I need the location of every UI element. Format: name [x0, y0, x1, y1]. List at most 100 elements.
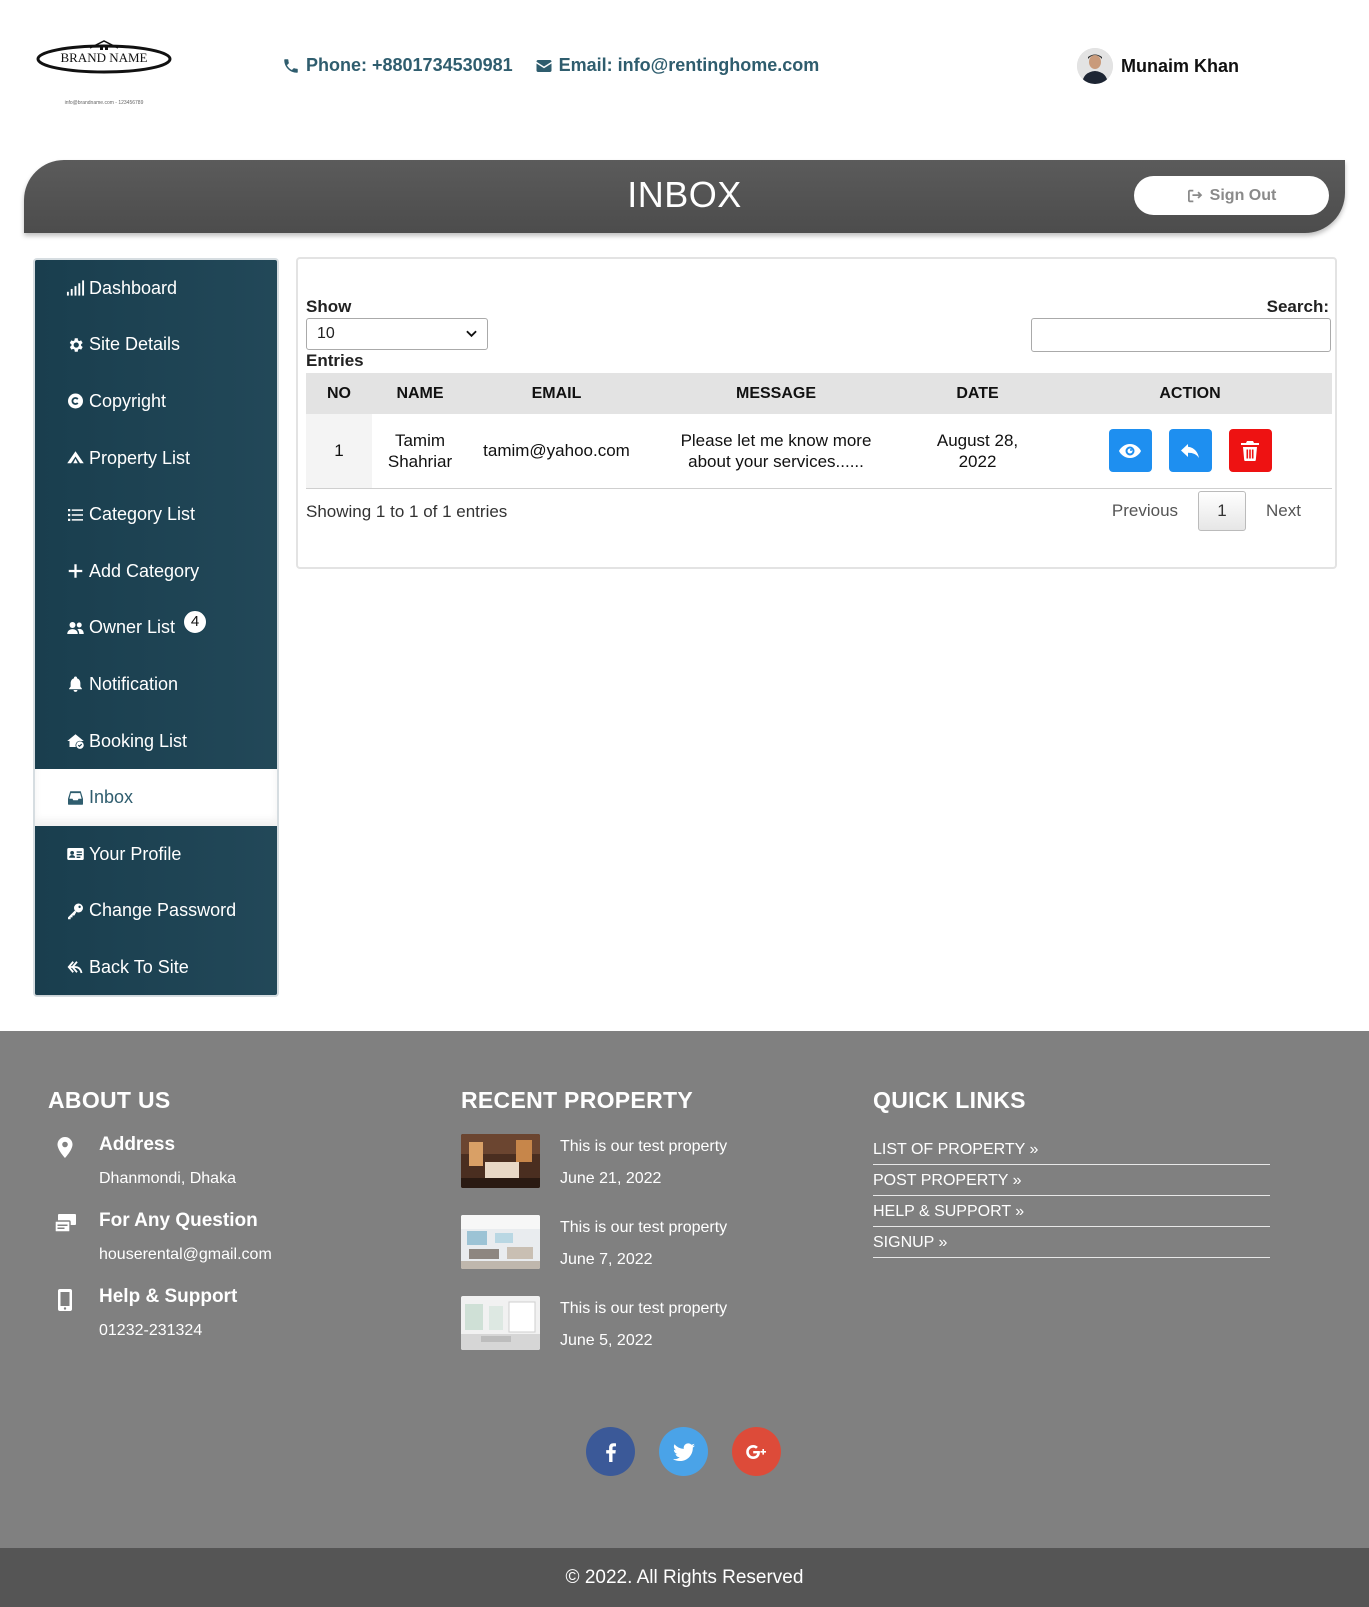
owner-count-badge: 4 — [183, 609, 208, 634]
sidebar-item-change-password[interactable]: Change Password — [35, 882, 277, 940]
sidebar-nav: Dashboard Site Details Copyright Propert… — [33, 258, 279, 997]
sidebar-item-add-category[interactable]: Add Category — [35, 542, 277, 600]
sidebar-item-category-list[interactable]: Category List — [35, 486, 277, 543]
cell-name: Tamim Shahriar — [372, 414, 468, 489]
sidebar-item-dashboard[interactable]: Dashboard — [35, 260, 277, 317]
property-title[interactable]: This is our test property — [560, 1300, 727, 1318]
property-thumbnail[interactable] — [461, 1215, 540, 1269]
footer-quick-heading: QUICK LINKS — [873, 1087, 1026, 1113]
sidebar-item-copyright[interactable]: Copyright — [35, 373, 277, 430]
footer-question: For Any Question houserental@gmail.com — [48, 1210, 408, 1264]
sidebar-item-label: Copyright — [89, 390, 167, 411]
copyright-bar: © 2022. All Rights Reserved — [0, 1548, 1369, 1607]
sidebar-item-property-list[interactable]: Property List — [35, 429, 277, 487]
action-buttons — [1048, 429, 1332, 473]
phone-icon — [282, 57, 300, 75]
sidebar-item-inbox[interactable]: Inbox — [35, 769, 277, 826]
sidebar-item-label: Site Details — [89, 334, 181, 355]
copyright-icon — [65, 392, 85, 410]
question-email[interactable]: houserental@gmail.com — [99, 1246, 408, 1264]
sidebar-item-label: Notification — [89, 673, 179, 694]
previous-page-button[interactable]: Previous — [1092, 501, 1198, 521]
support-title: Help & Support — [99, 1286, 238, 1307]
property-date: June 7, 2022 — [560, 1251, 653, 1268]
column-header-date[interactable]: DATE — [907, 373, 1048, 414]
plus-icon — [65, 562, 85, 580]
recent-property-item[interactable]: This is our test property June 7, 2022 — [461, 1215, 821, 1269]
email-text[interactable]: Email: info@rentinghome.com — [559, 55, 820, 76]
cell-message: Please let me know more about your servi… — [645, 414, 907, 489]
user-menu[interactable]: Munaim Khan — [1077, 48, 1239, 84]
chat-icon — [54, 1212, 76, 1236]
column-header-email[interactable]: EMAIL — [468, 373, 645, 414]
sidebar-item-label: Inbox — [89, 787, 134, 808]
property-thumbnail[interactable] — [461, 1296, 540, 1350]
quick-link-post-property[interactable]: POST PROPERTY » — [873, 1165, 1270, 1196]
avatar[interactable] — [1077, 48, 1113, 84]
property-title[interactable]: This is our test property — [560, 1138, 727, 1156]
sidebar-item-label: Your Profile — [89, 843, 182, 864]
footer-support: Help & Support 01232-231324 — [48, 1286, 408, 1340]
list-icon — [65, 506, 85, 524]
house-check-icon — [65, 732, 85, 750]
search-input[interactable] — [1031, 318, 1331, 352]
sidebar-item-label: Owner List — [89, 617, 176, 638]
column-header-message[interactable]: MESSAGE — [645, 373, 907, 414]
cell-message-line2: about your services...... — [688, 451, 864, 471]
quick-link-signup[interactable]: SIGNUP » — [873, 1227, 1270, 1258]
view-button[interactable] — [1108, 429, 1152, 473]
twitter-button[interactable] — [659, 1427, 708, 1476]
top-header: BRAND NAME info@brandname.com - 12345678… — [0, 0, 1369, 150]
users-icon — [65, 619, 85, 637]
gear-icon — [65, 336, 85, 354]
sidebar-item-site-details[interactable]: Site Details — [35, 316, 277, 374]
column-header-no[interactable]: NO — [306, 373, 372, 414]
key-icon — [65, 902, 85, 920]
inbox-icon — [65, 789, 85, 807]
sidebar-item-your-profile[interactable]: Your Profile — [35, 825, 277, 883]
property-title[interactable]: This is our test property — [560, 1219, 727, 1237]
question-title: For Any Question — [99, 1210, 258, 1231]
cell-name-line2: Shahriar — [387, 451, 453, 471]
address-value: Dhanmondi, Dhaka — [99, 1170, 236, 1187]
brand-logo[interactable]: BRAND NAME info@brandname.com - 12345678… — [34, 38, 176, 112]
user-name[interactable]: Munaim Khan — [1121, 56, 1239, 77]
sidebar-item-owner-list[interactable]: Owner List 4 — [35, 599, 277, 657]
column-header-action[interactable]: ACTION — [1048, 373, 1332, 414]
phone-text[interactable]: Phone: +8801734530981 — [306, 55, 513, 76]
page-title-bar: INBOX Sign Out — [24, 160, 1345, 233]
sign-out-button[interactable]: Sign Out — [1134, 176, 1329, 215]
google-plus-button[interactable] — [732, 1427, 781, 1476]
recent-property-item[interactable]: This is our test property June 5, 2022 — [461, 1296, 821, 1350]
quick-link-list-of-property[interactable]: LIST OF PROPERTY » — [873, 1134, 1270, 1165]
cell-date: August 28, 2022 — [907, 414, 1048, 489]
contact-info: Phone: +8801734530981 Email: info@rentin… — [282, 55, 819, 76]
next-page-button[interactable]: Next — [1246, 501, 1321, 521]
entries-select[interactable]: 10 — [306, 318, 488, 350]
page-1-button[interactable]: 1 — [1198, 491, 1247, 531]
facebook-icon — [605, 1442, 616, 1462]
sidebar-item-notification[interactable]: Notification — [35, 656, 277, 713]
copyright-text: © 2022. All Rights Reserved — [565, 1566, 804, 1588]
sidebar-item-label: Booking List — [89, 730, 188, 751]
address-title: Address — [99, 1134, 176, 1155]
sign-out-icon — [1187, 189, 1202, 202]
sidebar-item-label: Dashboard — [89, 277, 178, 298]
trash-icon — [1241, 440, 1259, 461]
property-thumbnail[interactable] — [461, 1134, 540, 1188]
sidebar-item-label: Back To Site — [89, 956, 189, 977]
recent-property-item[interactable]: This is our test property June 21, 2022 — [461, 1134, 821, 1188]
inbox-panel: Show 10 Entries Search: NO NAME EMAIL ME… — [296, 257, 1337, 569]
sidebar-item-back-to-site[interactable]: Back To Site — [35, 939, 277, 996]
sidebar-item-booking-list[interactable]: Booking List — [35, 712, 277, 770]
pagination: Previous 1 Next — [1092, 491, 1321, 531]
footer-address: Address Dhanmondi, Dhaka — [48, 1134, 408, 1188]
delete-button[interactable] — [1228, 429, 1272, 473]
reply-icon — [1181, 443, 1199, 458]
column-header-name[interactable]: NAME — [372, 373, 468, 414]
quick-link-help-support[interactable]: HELP & SUPPORT » — [873, 1196, 1270, 1227]
id-card-icon — [65, 845, 85, 863]
reply-button[interactable] — [1168, 429, 1212, 473]
facebook-button[interactable] — [586, 1427, 635, 1476]
support-phone[interactable]: 01232-231324 — [99, 1322, 408, 1340]
